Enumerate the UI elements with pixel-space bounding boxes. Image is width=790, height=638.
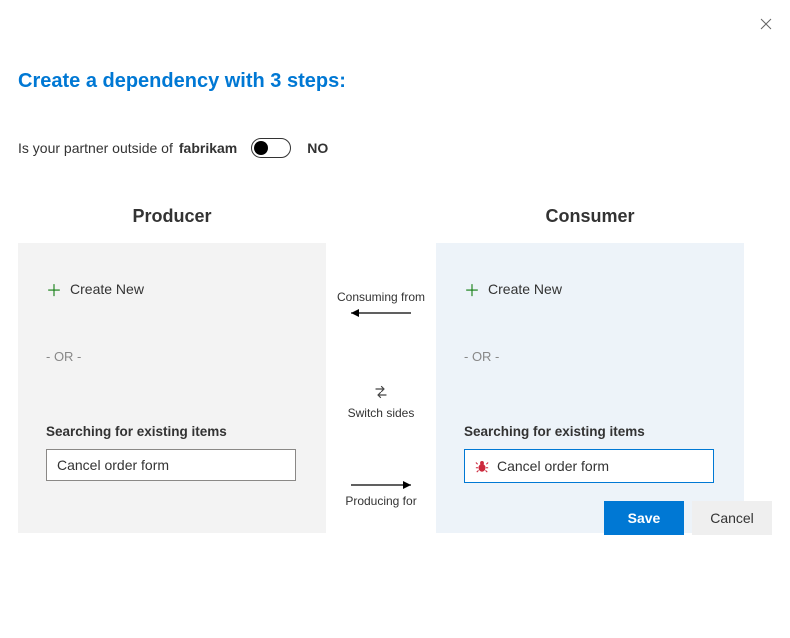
producer-create-label: Create New <box>70 281 144 297</box>
consumer-header: Consumer <box>436 206 744 227</box>
consumer-search-result[interactable]: Cancel order form <box>464 449 714 483</box>
consumer-search-label: Searching for existing items <box>464 424 716 439</box>
partner-question-label: Is your partner outside of <box>18 140 173 156</box>
producing-for-block: Producing for <box>341 478 421 508</box>
save-button[interactable]: Save <box>604 501 684 535</box>
producer-or-text: - OR - <box>46 349 298 364</box>
producer-column: Producer ＋ Create New - OR - Searching f… <box>18 206 326 533</box>
consumer-create-label: Create New <box>488 281 562 297</box>
switch-sides-label: Switch sides <box>348 406 415 420</box>
middle-column: Consuming from Switch sides Producing fo… <box>326 206 436 533</box>
partner-question-row: Is your partner outside of fabrikam NO <box>18 138 772 158</box>
plus-icon: ＋ <box>464 277 480 301</box>
bug-icon <box>475 459 489 473</box>
consumer-column: Consumer ＋ Create New - OR - Searching f… <box>436 206 744 533</box>
close-icon <box>760 18 772 30</box>
swap-icon <box>373 384 389 400</box>
toggle-state-text: NO <box>307 140 328 156</box>
dialog-title: Create a dependency with 3 steps: <box>18 70 772 93</box>
producer-panel: ＋ Create New - OR - Searching for existi… <box>18 243 326 533</box>
dialog-footer: Save Cancel <box>604 501 772 535</box>
producer-create-new-button[interactable]: ＋ Create New <box>46 277 298 301</box>
arrow-left-icon <box>341 306 421 320</box>
consuming-from-label: Consuming from <box>337 290 425 304</box>
consumer-result-text: Cancel order form <box>497 458 609 474</box>
cancel-button[interactable]: Cancel <box>692 501 772 535</box>
toggle-knob <box>254 141 268 155</box>
consuming-from-block: Consuming from <box>337 290 425 320</box>
org-name: fabrikam <box>179 140 237 156</box>
close-button[interactable] <box>756 14 776 34</box>
producer-header: Producer <box>18 206 326 227</box>
consumer-panel: ＋ Create New - OR - Searching for existi… <box>436 243 744 533</box>
switch-sides-button[interactable]: Switch sides <box>348 384 415 420</box>
producing-for-label: Producing for <box>345 494 416 508</box>
consumer-create-new-button[interactable]: ＋ Create New <box>464 277 716 301</box>
arrow-right-icon <box>341 478 421 492</box>
columns-container: Producer ＋ Create New - OR - Searching f… <box>18 206 772 533</box>
plus-icon: ＋ <box>46 277 62 301</box>
create-dependency-dialog: Create a dependency with 3 steps: Is you… <box>0 0 790 553</box>
producer-search-label: Searching for existing items <box>46 424 298 439</box>
producer-search-input[interactable] <box>46 449 296 481</box>
partner-outside-toggle[interactable] <box>251 138 291 158</box>
consumer-or-text: - OR - <box>464 349 716 364</box>
